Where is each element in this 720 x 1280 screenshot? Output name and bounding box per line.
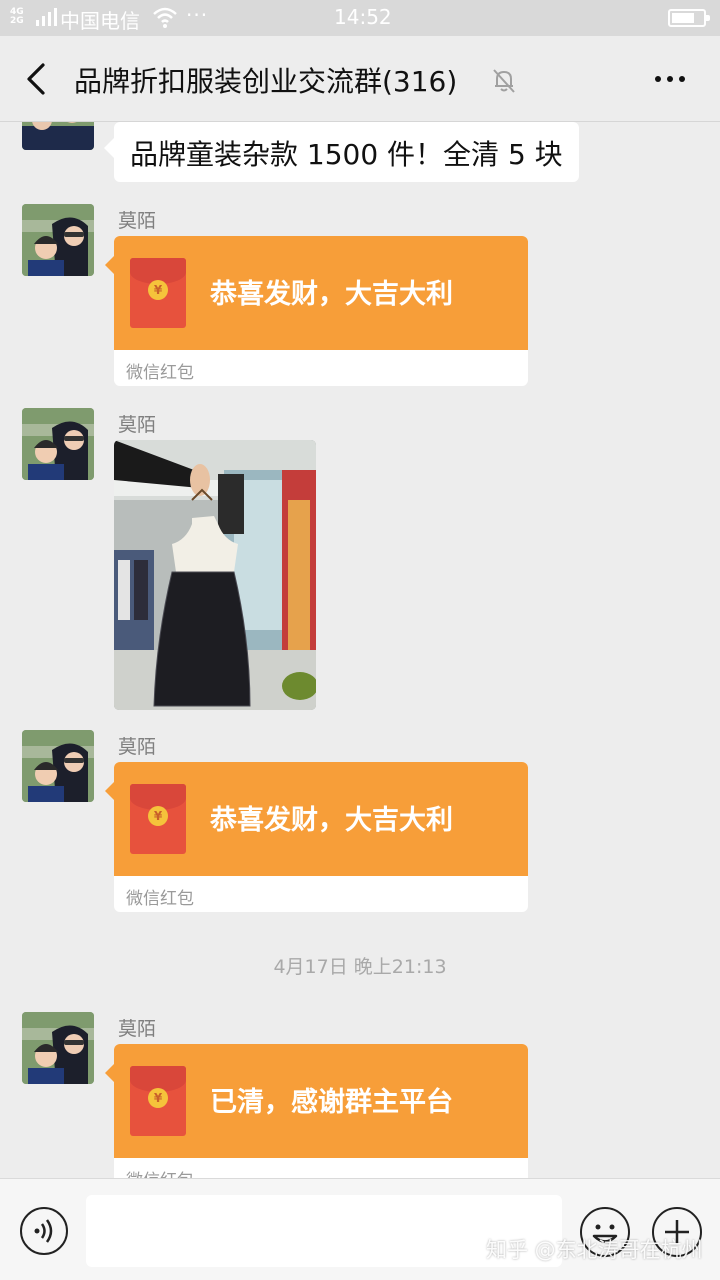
status-bar: 4G 2G 中国电信 ··· 14:52: [0, 0, 720, 36]
sender-name: 莫陌: [118, 210, 157, 232]
avatar[interactable]: [22, 730, 94, 802]
message-photo[interactable]: [114, 440, 316, 710]
bubble-arrow: [105, 1064, 114, 1082]
red-packet[interactable]: ¥ 恭喜发财，大吉大利 微信红包: [114, 236, 528, 386]
avatar[interactable]: [22, 1012, 94, 1084]
voice-input-icon[interactable]: [20, 1207, 68, 1255]
network-indicator: 4G 2G: [10, 7, 24, 26]
red-packet-label: 微信红包: [126, 889, 194, 909]
wifi-icon: [153, 7, 177, 28]
message-timestamp: 4月17日 晚上21:13: [273, 956, 447, 978]
zhihu-watermark: 知乎 @东北涛哥在杭州: [486, 1238, 703, 1262]
avatar[interactable]: [22, 408, 94, 480]
signal-icon: [36, 8, 57, 26]
red-envelope-icon: ¥: [130, 1066, 186, 1136]
message-text[interactable]: 品牌童装杂款 1500 件！全清 5 块: [104, 122, 579, 182]
mute-bell-icon: [493, 69, 515, 93]
chat-header: 品牌折扣服装创业交流群(316): [0, 36, 720, 122]
chat-messages[interactable]: 品牌童装杂款 1500 件！全清 5 块 莫陌 ¥ 恭喜发财，大吉大利 微信红包: [0, 122, 720, 1178]
red-packet-label: 微信红包: [126, 363, 194, 383]
red-packet-message: 恭喜发财，大吉大利: [210, 279, 453, 310]
sender-name: 莫陌: [118, 736, 157, 758]
red-packet-label: 微信红包: [126, 1166, 194, 1178]
bubble-arrow: [105, 256, 114, 274]
back-arrow-icon[interactable]: [22, 61, 52, 97]
input-bar: [0, 1178, 720, 1280]
carrier-name: 中国电信: [60, 9, 140, 33]
red-packet[interactable]: ¥ 已清，感谢群主平台 微信红包: [114, 1044, 528, 1178]
avatar[interactable]: [22, 122, 94, 150]
battery-icon: [668, 9, 710, 27]
red-envelope-icon: ¥: [130, 258, 186, 328]
chat-title: 品牌折扣服装创业交流群(316): [74, 65, 458, 98]
sender-name: 莫陌: [118, 414, 157, 436]
red-envelope-icon: ¥: [130, 784, 186, 854]
red-packet-message: 已清，感谢群主平台: [210, 1087, 453, 1118]
sender-name: 莫陌: [118, 1018, 157, 1040]
bubble-arrow: [105, 782, 114, 800]
status-more-icon: ···: [186, 3, 209, 27]
red-packet-message: 恭喜发财，大吉大利: [210, 805, 453, 836]
avatar[interactable]: [22, 204, 94, 276]
more-options-icon[interactable]: [650, 64, 690, 94]
red-packet[interactable]: ¥ 恭喜发财，大吉大利 微信红包: [114, 762, 528, 912]
status-time: 14:52: [334, 5, 392, 29]
